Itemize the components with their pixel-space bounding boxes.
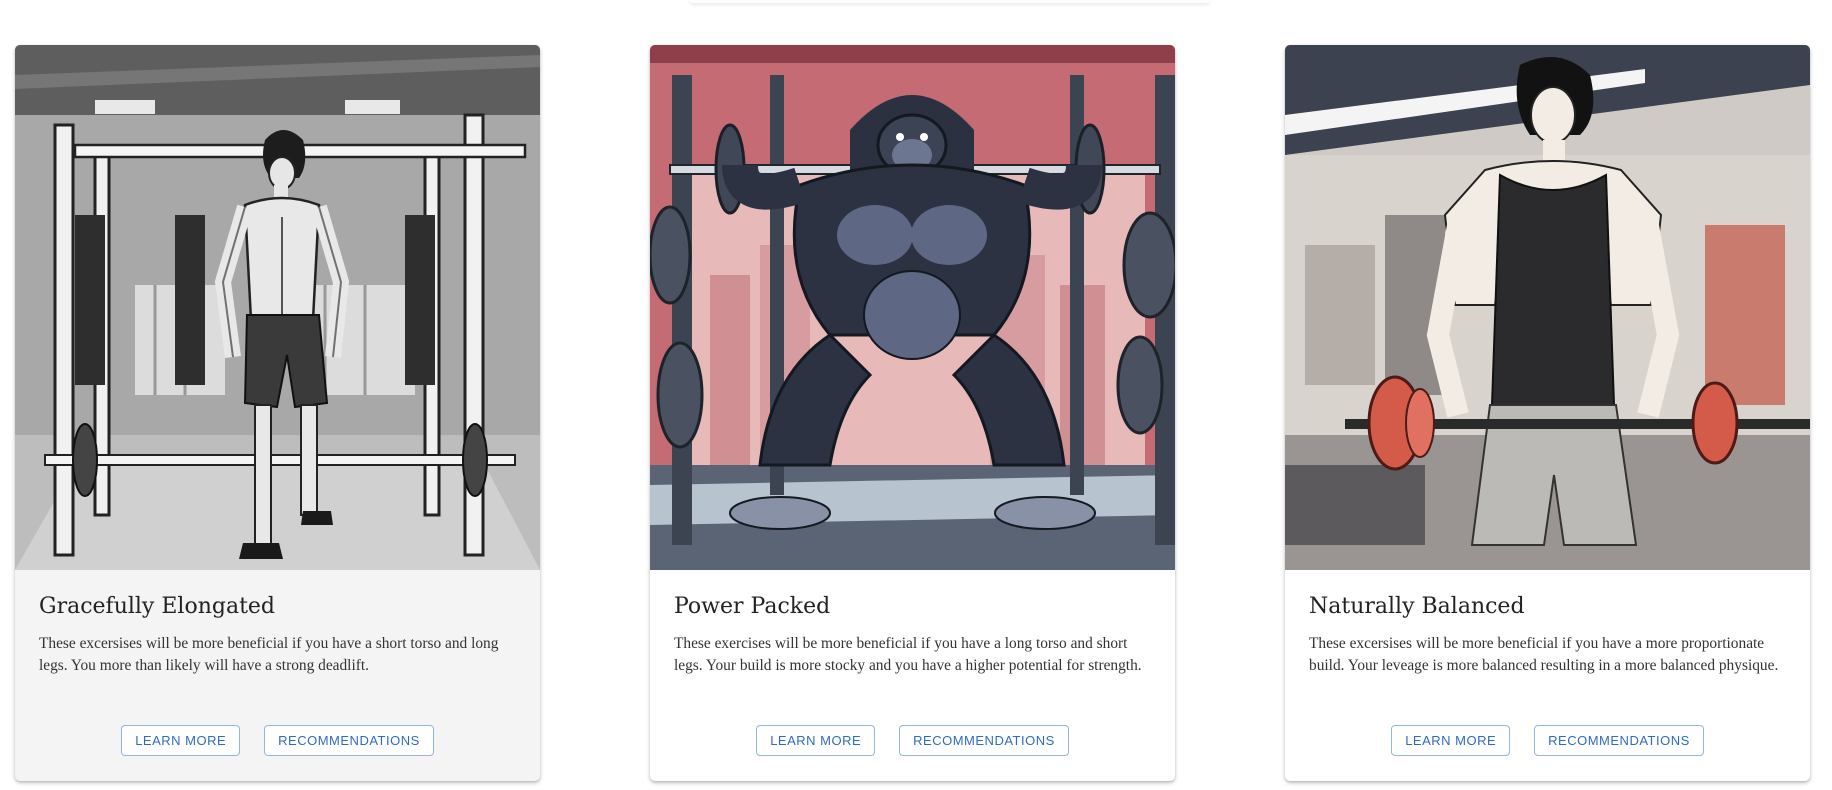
card-naturally-balanced: Naturally Balanced These excersises will… — [1285, 45, 1810, 781]
card-description: These excersises will be more beneficial… — [1309, 635, 1779, 674]
card-description: These exercises will be more beneficial … — [674, 635, 1142, 674]
learn-more-button[interactable]: LEARN MORE — [1391, 725, 1511, 756]
card-body: Power Packed These exercises will be mor… — [674, 593, 1154, 677]
card-power-packed: Power Packed These exercises will be mor… — [650, 45, 1175, 781]
learn-more-button[interactable]: LEARN MORE — [756, 725, 876, 756]
card-image-elongated — [15, 45, 540, 570]
card-grid: Gracefully Elongated These excersises wi… — [0, 0, 1832, 790]
card-title: Power Packed — [674, 594, 831, 619]
card-title: Naturally Balanced — [1309, 594, 1525, 619]
card-body: Gracefully Elongated These excersises wi… — [39, 593, 519, 677]
recommendations-button[interactable]: RECOMMENDATIONS — [899, 725, 1069, 756]
learn-more-button[interactable]: LEARN MORE — [121, 725, 241, 756]
card-actions: LEARN MORE RECOMMENDATIONS — [650, 725, 1175, 756]
card-actions: LEARN MORE RECOMMENDATIONS — [1285, 725, 1810, 756]
recommendations-button[interactable]: RECOMMENDATIONS — [1534, 725, 1704, 756]
recommendations-button[interactable]: RECOMMENDATIONS — [264, 725, 434, 756]
card-body: Naturally Balanced These excersises will… — [1309, 593, 1789, 677]
card-gracefully-elongated: Gracefully Elongated These excersises wi… — [15, 45, 540, 781]
card-description: These excersises will be more beneficial… — [39, 635, 499, 674]
card-image-power-packed — [650, 45, 1175, 570]
card-title: Gracefully Elongated — [39, 594, 276, 619]
card-image-naturally-balanced — [1285, 45, 1810, 570]
card-actions: LEARN MORE RECOMMENDATIONS — [15, 725, 540, 756]
